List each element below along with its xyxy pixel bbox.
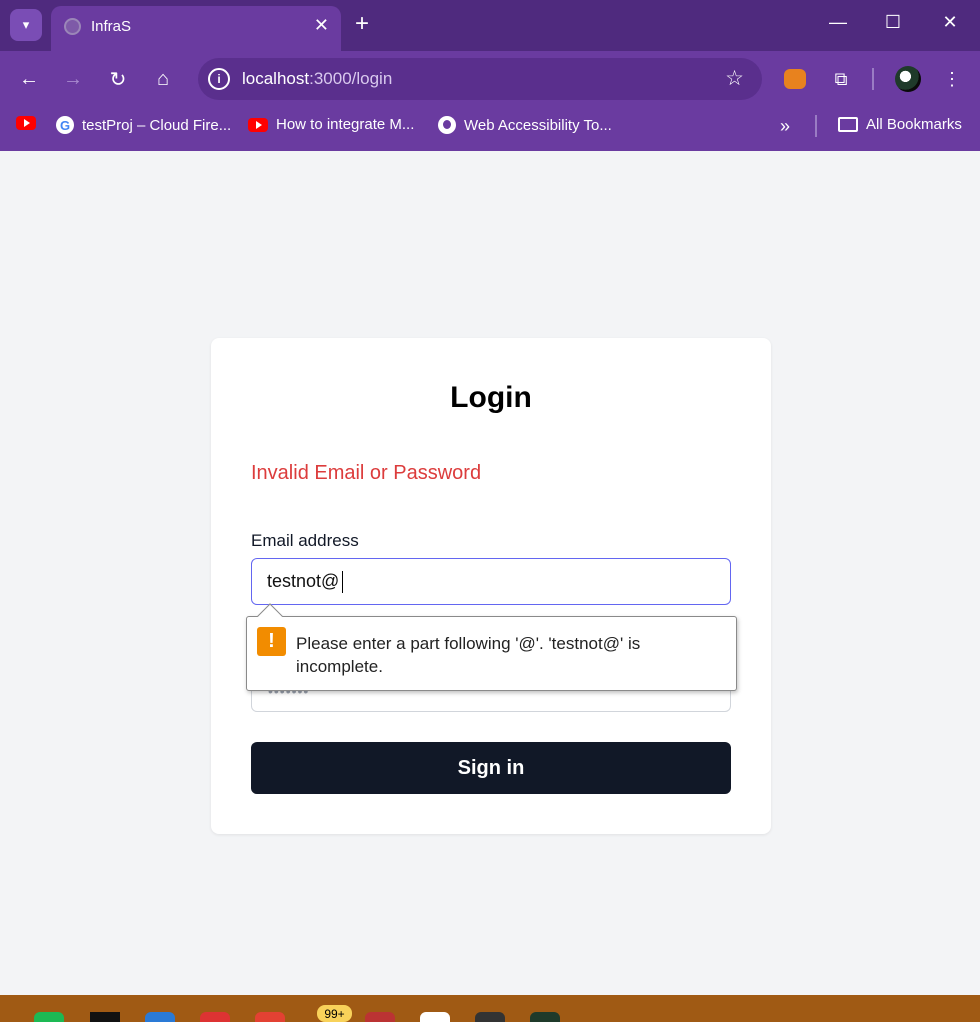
page-title: Login xyxy=(450,381,532,414)
profile-avatar[interactable] xyxy=(895,66,921,92)
reload-button[interactable]: ↻ xyxy=(105,66,131,92)
drive-icon[interactable] xyxy=(420,1012,450,1022)
minimize-button[interactable]: — xyxy=(823,12,853,33)
email-label: Email address xyxy=(251,531,359,550)
google-icon: G xyxy=(56,116,74,134)
tab-close-icon[interactable]: ✕ xyxy=(314,15,329,36)
folder-icon xyxy=(838,117,858,132)
bookmark-star-icon[interactable]: ☆ xyxy=(725,66,744,91)
all-bookmarks-label: All Bookmarks xyxy=(866,116,962,133)
address-bar[interactable]: i localhost:3000/login ☆ xyxy=(198,58,762,100)
youtube-icon xyxy=(248,117,268,132)
youtube-icon xyxy=(16,116,36,130)
menu-kebab-icon[interactable]: ⋮ xyxy=(939,66,965,92)
site-info-icon[interactable]: i xyxy=(208,68,230,90)
maximize-button[interactable]: ☐ xyxy=(878,12,908,33)
browser-chrome: ▾ InfraS ✕ + — ☐ ✕ ← → ↻ ⌂ i localhost:3… xyxy=(0,0,980,151)
netflix-icon[interactable] xyxy=(90,1012,120,1022)
tab-favicon-icon xyxy=(64,18,81,35)
url-host: localhost xyxy=(242,69,310,88)
new-tab-button[interactable]: + xyxy=(355,12,369,36)
app-icon[interactable] xyxy=(530,1012,560,1022)
bookmarks-overflow-chevron-icon[interactable]: » xyxy=(780,116,790,137)
all-bookmarks-button[interactable]: All Bookmarks xyxy=(838,116,962,133)
bookmark-item[interactable]: G testProj – Cloud Fire... xyxy=(56,116,231,134)
bookmark-item[interactable]: How to integrate M... xyxy=(248,116,414,133)
chrome-icon[interactable] xyxy=(255,1012,285,1022)
chrome-profile-icon[interactable] xyxy=(365,1012,395,1022)
notification-badge: 99+ xyxy=(317,1005,352,1022)
brave-icon[interactable] xyxy=(200,1012,230,1022)
bookmark-item[interactable]: Web Accessibility To... xyxy=(438,116,612,134)
error-message: Invalid Email or Password xyxy=(251,462,482,484)
home-button[interactable]: ⌂ xyxy=(150,66,176,92)
tab-title: InfraS xyxy=(91,18,132,35)
bookmark-youtube[interactable] xyxy=(16,116,36,130)
tab-strip: ▾ InfraS ✕ + — ☐ ✕ xyxy=(0,0,980,51)
globe-icon xyxy=(438,116,456,134)
bookmark-label: Web Accessibility To... xyxy=(464,116,612,134)
metamask-extension-icon[interactable] xyxy=(784,69,806,89)
login-card: Login Invalid Email or Password Email ad… xyxy=(211,338,771,834)
validation-message: Please enter a part following '@'. 'test… xyxy=(296,634,641,676)
warning-icon: ! xyxy=(257,627,286,656)
sign-in-button[interactable]: Sign in xyxy=(251,742,731,794)
back-button[interactable]: ← xyxy=(16,66,42,92)
text-caret xyxy=(342,571,343,593)
spotify-icon[interactable] xyxy=(34,1012,64,1022)
vscode-icon[interactable] xyxy=(145,1012,175,1022)
extensions-puzzle-icon[interactable]: ⧉ xyxy=(828,66,854,92)
close-window-button[interactable]: ✕ xyxy=(935,12,965,33)
forward-button[interactable]: → xyxy=(60,66,86,92)
bookmarks-divider xyxy=(815,115,817,137)
bookmark-label: How to integrate M... xyxy=(276,116,415,133)
url-path: :3000/login xyxy=(309,69,393,88)
tab-search-button[interactable]: ▾ xyxy=(10,9,42,41)
url-text[interactable]: localhost:3000/login xyxy=(242,69,392,89)
tab-active[interactable]: InfraS ✕ xyxy=(51,6,341,51)
terminal-icon[interactable] xyxy=(475,1012,505,1022)
toolbar-divider xyxy=(872,68,874,90)
bookmark-label: testProj – Cloud Fire... xyxy=(82,116,232,134)
email-field[interactable] xyxy=(251,558,731,605)
validation-tooltip: ! Please enter a part following '@'. 'te… xyxy=(246,603,737,691)
